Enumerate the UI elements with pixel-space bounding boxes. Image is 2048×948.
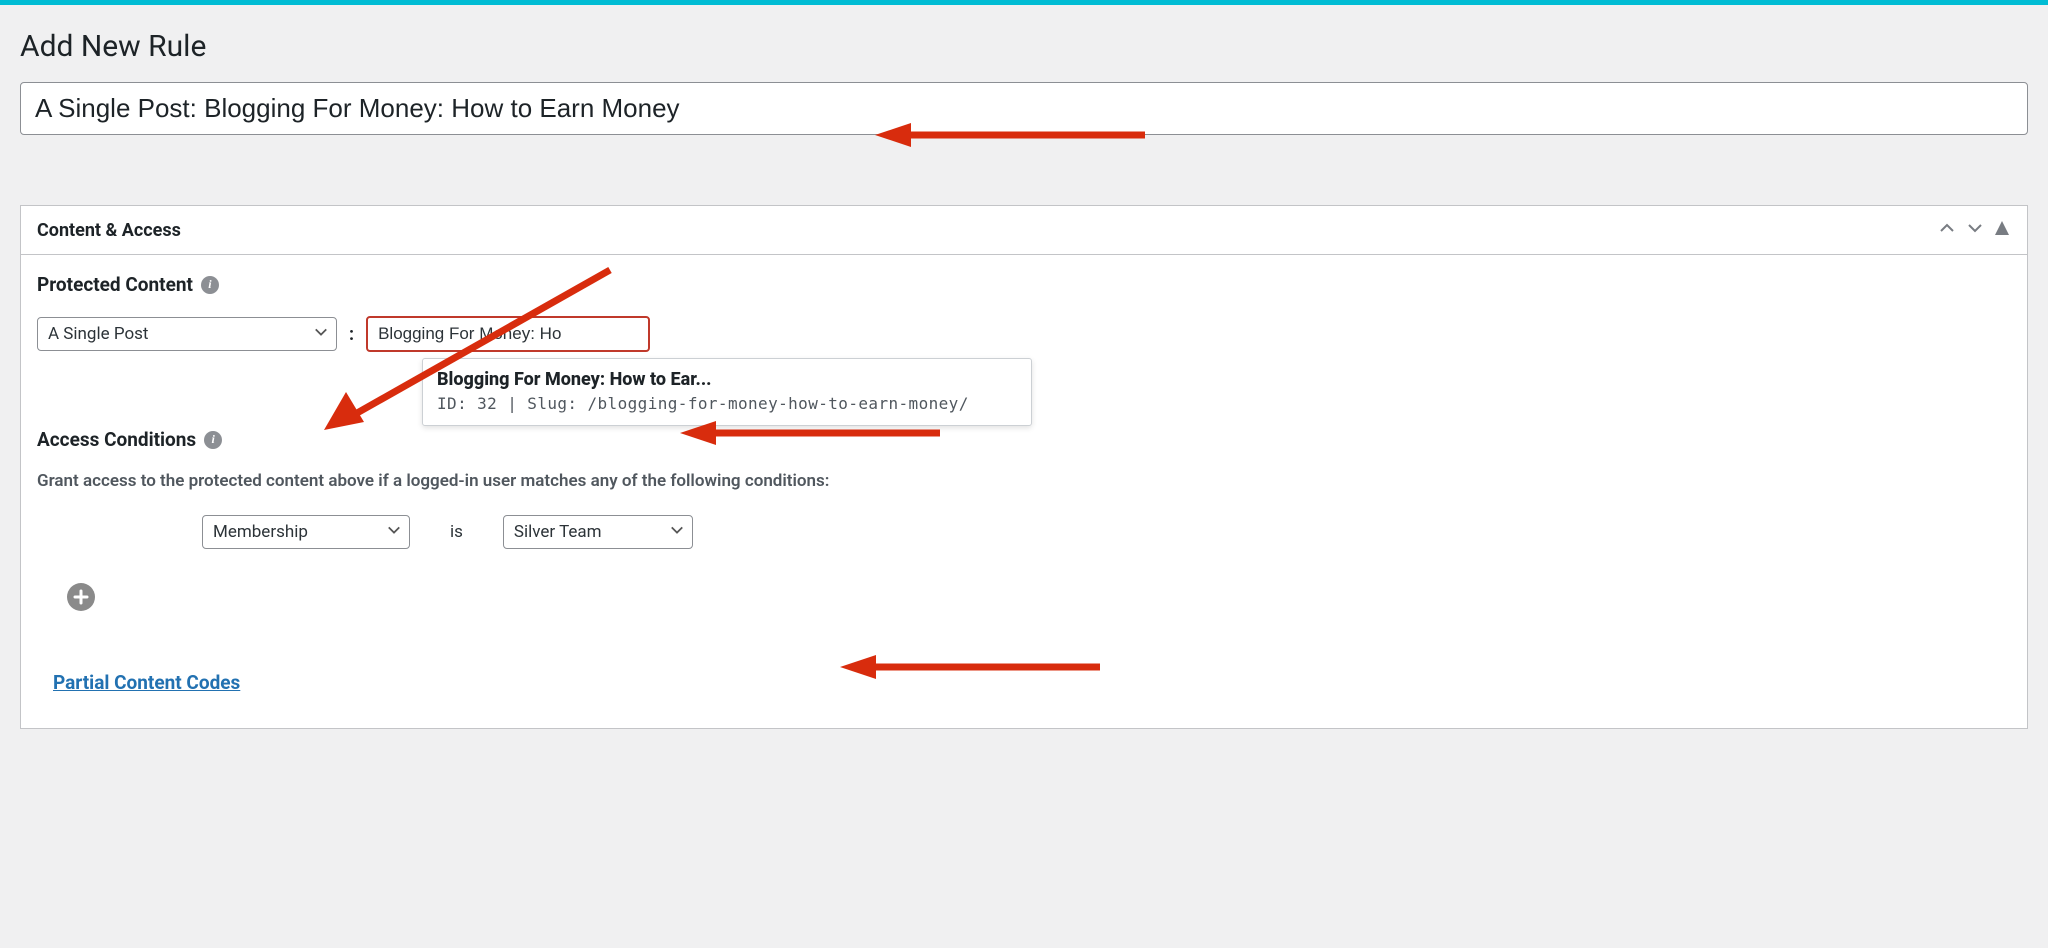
condition-operator-text: is	[450, 522, 463, 542]
content-search-input[interactable]	[366, 316, 650, 352]
protected-content-label: Protected Content i	[37, 273, 219, 296]
autocomplete-option-meta: ID: 32 | Slug: /blogging-for-money-how-t…	[437, 394, 1017, 413]
condition-value-select-value: Silver Team	[514, 522, 602, 542]
info-icon[interactable]: i	[204, 431, 222, 449]
content-type-select[interactable]: A Single Post	[37, 317, 337, 351]
panel-header: Content & Access	[21, 206, 2027, 255]
protected-content-label-text: Protected Content	[37, 273, 193, 296]
condition-type-select[interactable]: Membership	[202, 515, 410, 549]
access-conditions-label-text: Access Conditions	[37, 428, 196, 451]
content-access-panel: Content & Access Protected Content i	[20, 205, 2028, 729]
condition-row: Membership is Silver Team	[202, 515, 2011, 549]
panel-body: Protected Content i A Single Post : Blog…	[21, 255, 2027, 728]
partial-content-codes-link[interactable]: Partial Content Codes	[53, 671, 240, 694]
panel-move-down-icon[interactable]	[1965, 218, 1985, 242]
panel-header-title: Content & Access	[37, 220, 181, 241]
add-condition-button[interactable]	[67, 583, 95, 611]
grant-access-description: Grant access to the protected content ab…	[37, 471, 2011, 491]
access-conditions-section: Access Conditions i Grant access to the …	[37, 428, 2011, 694]
panel-header-controls	[1937, 218, 2011, 242]
panel-move-up-icon[interactable]	[1937, 218, 1957, 242]
condition-value-select[interactable]: Silver Team	[503, 515, 693, 549]
chevron-down-icon	[670, 522, 684, 542]
page-container: Add New Rule Content & Access Protected …	[0, 5, 2048, 753]
autocomplete-dropdown[interactable]: Blogging For Money: How to Ear... ID: 32…	[422, 358, 1032, 426]
content-type-select-value: A Single Post	[48, 324, 148, 344]
rule-title-input[interactable]	[20, 82, 2028, 135]
page-title: Add New Rule	[20, 29, 2028, 64]
panel-collapse-icon[interactable]	[1993, 219, 2011, 241]
chevron-down-icon	[387, 522, 401, 542]
condition-type-select-value: Membership	[213, 522, 308, 542]
chevron-down-icon	[314, 324, 328, 344]
colon-separator: :	[349, 324, 354, 345]
info-icon[interactable]: i	[201, 276, 219, 294]
protected-content-row: A Single Post : Blogging For Money: How …	[37, 316, 2011, 352]
access-conditions-label: Access Conditions i	[37, 428, 222, 451]
autocomplete-option-title: Blogging For Money: How to Ear...	[437, 369, 1017, 390]
